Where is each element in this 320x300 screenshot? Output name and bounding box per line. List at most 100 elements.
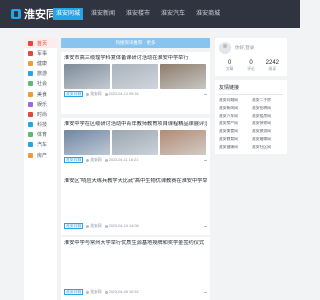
friend-link[interactable]: 淮安招聘网	[252, 106, 283, 111]
sidebar-item-label: 房产	[37, 152, 48, 159]
article-author: 淮安网	[90, 157, 102, 162]
hot-banner[interactable]: 热搜资讯推荐 · 更多	[61, 38, 210, 48]
user-icon	[86, 92, 90, 96]
article-thumb[interactable]	[64, 130, 110, 155]
article-card[interactable]: 淮安中学在区级研讨活动中青年教师教育项目课程精品课展评活动 淮安同城 淮安网 2…	[61, 118, 210, 180]
sidebar-item[interactable]: 军事	[24, 48, 57, 58]
login-link[interactable]: 你好,登录	[235, 45, 254, 51]
friend-link[interactable]: 淮安新闻网	[219, 106, 250, 111]
sidebar-item-label: 首页	[37, 40, 48, 47]
stat-comments: 0 评论	[240, 60, 261, 72]
friend-link[interactable]: 淮安装修网	[252, 121, 283, 126]
category-tag[interactable]: 淮安同城	[64, 222, 84, 230]
friend-link[interactable]: 淮安同城网	[219, 98, 250, 103]
article-title[interactable]: 淮安区“响应大练兵教学大比武”高中生物优课教赛在淮安中学举行	[64, 178, 207, 185]
article-thumb[interactable]	[112, 64, 158, 89]
friend-link[interactable]: 淮安旅游网	[252, 129, 283, 134]
sidebar-item[interactable]: 健康	[24, 58, 57, 68]
more-icon[interactable]	[204, 291, 207, 293]
nav-item-tongcheng[interactable]: 淮安同城	[53, 8, 84, 20]
article-thumb[interactable]	[64, 64, 110, 89]
more-icon[interactable]	[204, 225, 207, 227]
article-card[interactable]: 淮安区“响应大练兵教学大比武”高中生物优课教赛在淮安中学举行 淮安同城 淮安网 …	[61, 175, 210, 235]
article-title[interactable]: 淮安中学与常州大学举行优质生源基地授牌和奖学金签约仪式	[64, 240, 207, 247]
more-icon[interactable]	[204, 93, 207, 95]
sidebar-item-label: 娱乐	[37, 101, 48, 108]
nav-item-property[interactable]: 淮安楼市	[126, 8, 150, 20]
article-thumbs	[64, 130, 207, 155]
user-stats: 0 文章 0 评论 2242 阅读	[219, 60, 283, 72]
right-column: 你好,登录 0 文章 0 评论 2242 阅读 友情链接 淮安同城网 淮安二手房淮…	[215, 38, 287, 158]
sidebar-item-label: 美食	[37, 91, 48, 98]
article-meta: 淮安同城 淮安网 2023-04-12 09:34	[64, 90, 207, 98]
clock-icon	[104, 290, 108, 294]
nav-item-auto[interactable]: 淮安汽车	[161, 8, 185, 20]
category-tag[interactable]: 淮安同城	[64, 90, 84, 98]
sidebar-item-label: 军事	[37, 50, 48, 57]
friend-link[interactable]: 淮安健康网	[219, 145, 250, 150]
star-icon	[28, 111, 33, 117]
article-time: 2023-04-12 09:34	[108, 92, 139, 96]
sidebar-item[interactable]: 旅游	[24, 69, 57, 79]
article-thumb[interactable]	[112, 130, 158, 155]
friend-link[interactable]: 淮安汽车网	[219, 114, 250, 119]
user-icon	[86, 290, 90, 294]
article-author: 淮安网	[90, 289, 102, 294]
sidebar-item[interactable]: 房产	[24, 150, 57, 160]
sidebar-item[interactable]: 娱乐	[24, 99, 57, 109]
music-icon	[28, 101, 33, 107]
stat-articles: 0 文章	[219, 60, 240, 72]
clock-icon	[104, 158, 108, 162]
main-feed: 热搜资讯推荐 · 更多 淮安市高三级理学科复体备课研讨活动在淮安中学举行 淮安同…	[61, 38, 210, 300]
friend-link[interactable]: 淮安社区网	[252, 145, 283, 150]
article-thumb[interactable]	[160, 64, 206, 89]
article-title[interactable]: 淮安市高三级理学科复体备课研讨活动在淮安中学举行	[64, 55, 207, 62]
article-card[interactable]: 淮安中学与常州大学举行优质生源基地授牌和奖学金签约仪式 淮安同城 淮安网 202…	[61, 237, 210, 300]
friend-links-card: 友情链接 淮安同城网 淮安二手房 淮安新闻网 淮安招聘网 淮安汽车网 淮安租房网 淮安房产网…	[215, 80, 287, 154]
stat-label: 评论	[247, 67, 255, 71]
category-tag[interactable]: 淮安同城	[64, 156, 84, 164]
article-thumb[interactable]	[160, 130, 206, 155]
friend-link[interactable]: 淮安美食网	[219, 129, 250, 134]
more-icon[interactable]	[204, 159, 207, 161]
people-icon	[28, 81, 33, 87]
stat-label: 阅读	[268, 67, 277, 71]
friend-links-grid: 淮安同城网 淮安二手房 淮安新闻网 淮安招聘网 淮安汽车网 淮安租房网 淮安房产网 淮安装修网…	[219, 98, 283, 150]
article-card[interactable]: 淮安市高三级理学科复体备课研讨活动在淮安中学举行 淮安同城 淮安网 2023-0…	[61, 52, 210, 114]
avatar[interactable]	[219, 42, 231, 54]
stat-number: 2242	[265, 60, 279, 66]
sidebar-item[interactable]: 汽车	[24, 140, 57, 150]
sidebar-item[interactable]: 科技	[24, 120, 57, 130]
sidebar-item-label: 体育	[37, 132, 48, 139]
heart-icon	[28, 60, 33, 66]
friend-link[interactable]: 淮安房产网	[219, 121, 250, 126]
sidebar-item[interactable]: 美食	[24, 89, 57, 99]
sidebar-item[interactable]: 首页	[24, 38, 57, 49]
article-title[interactable]: 淮安中学在区级研讨活动中青年教师教育项目课程精品课展评活动	[64, 121, 207, 128]
user-icon	[86, 158, 90, 162]
chip-icon	[28, 122, 33, 128]
article-meta: 淮安同城 淮安网 2023-04-11 16:21	[64, 156, 207, 164]
sidebar-item[interactable]: 时尚	[24, 109, 57, 119]
stat-reads: 2242 阅读	[262, 60, 283, 72]
friend-link[interactable]: 淮安教育网	[219, 137, 250, 142]
sidebar-item[interactable]: 体育	[24, 130, 57, 140]
friend-link[interactable]: 淮安婚嫁网	[252, 137, 283, 142]
friend-link[interactable]: 淮安租房网	[252, 114, 283, 119]
main-nav: 淮安同城 淮安新闻 淮安楼市 淮安汽车 淮安商城	[53, 8, 231, 20]
nav-item-shop[interactable]: 淮安商城	[196, 8, 220, 20]
article-author: 淮安网	[90, 91, 102, 96]
top-navbar: 淮安同城 淮安同城 淮安新闻 淮安楼市 淮安汽车 淮安商城	[0, 0, 300, 28]
article-time: 2023-04-10 14:08	[108, 224, 139, 228]
user-card: 你好,登录 0 文章 0 评论 2242 阅读	[215, 38, 287, 76]
sidebar-item[interactable]: 社会	[24, 79, 57, 89]
category-tag[interactable]: 淮安同城	[64, 288, 84, 296]
friend-link[interactable]: 淮安二手房	[252, 98, 283, 103]
article-time: 2023-04-11 16:21	[108, 158, 139, 162]
food-icon	[28, 91, 33, 97]
sidebar-item-label: 健康	[37, 60, 48, 67]
ball-icon	[28, 132, 33, 138]
nav-item-news[interactable]: 淮安新闻	[91, 8, 115, 20]
category-sidebar: 首页军事健康旅游 社会美食娱乐 时尚 科技体育 汽车房产	[24, 38, 57, 300]
house-icon	[28, 152, 33, 158]
